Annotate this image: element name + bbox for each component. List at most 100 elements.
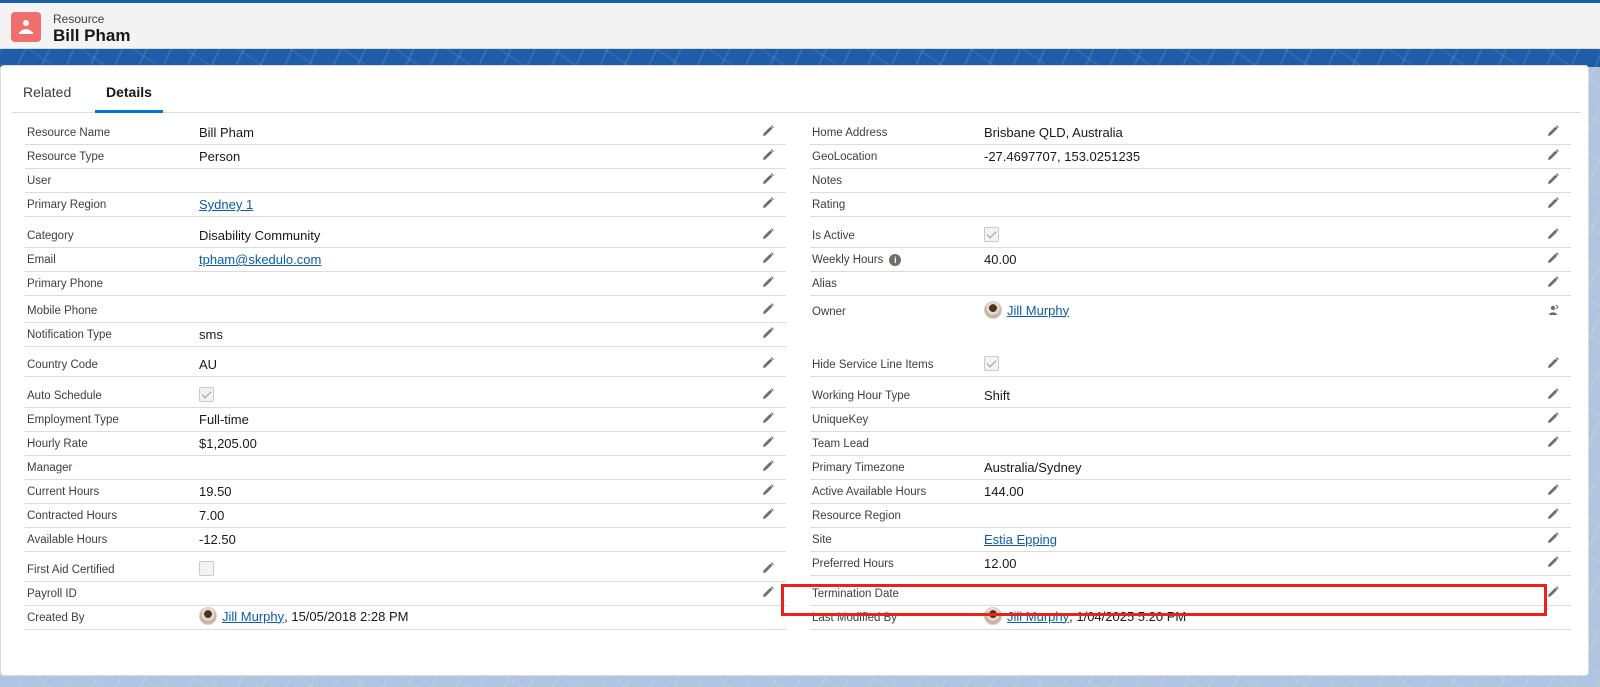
field-row-notification-type: Notification Type sms	[25, 323, 786, 347]
field-value: Disability Community	[199, 228, 320, 243]
timestamp: , 15/05/2018 2:28 PM	[284, 608, 409, 624]
field-value: Jill Murphy, 1/04/2025 5:20 PM	[984, 607, 1186, 625]
user-link[interactable]: Jill Murphy	[1007, 609, 1069, 624]
record-header: Resource Bill Pham	[0, 0, 1600, 49]
field-label: Resource Type	[27, 151, 105, 163]
value-text: -27.4697707, 153.0251235	[984, 149, 1141, 164]
value-text: 19.50	[199, 484, 232, 499]
field-label: Primary Region	[27, 199, 107, 211]
pencil-icon[interactable]	[1547, 276, 1559, 288]
field-label: Weekly Hours i	[812, 253, 902, 266]
field-row-email: Email tpham@skedulo.com	[25, 248, 786, 272]
field-row-hourly-rate: Hourly Rate $1,205.00	[25, 432, 786, 456]
details-card: Related Details Resource Name Bill Pham Re…	[0, 65, 1589, 676]
pencil-icon[interactable]	[1547, 586, 1559, 598]
field-row-auto-schedule: Auto Schedule	[25, 377, 786, 408]
change-owner-icon[interactable]	[1547, 304, 1559, 316]
field-label: Employment Type	[27, 414, 119, 426]
pencil-icon[interactable]	[1547, 149, 1559, 161]
field-label: Current Hours	[27, 486, 100, 498]
pencil-icon[interactable]	[1547, 532, 1559, 544]
field-label: Auto Schedule	[27, 390, 102, 402]
resource-icon	[11, 12, 41, 42]
field-row-manager: Manager	[25, 456, 786, 480]
field-row-category: Category Disability Community	[25, 217, 786, 248]
field-row-home-address: Home Address Brisbane QLD, Australia	[810, 123, 1571, 145]
pencil-icon[interactable]	[762, 327, 774, 339]
pencil-icon[interactable]	[762, 436, 774, 448]
field-row-resource-region: Resource Region	[810, 504, 1571, 528]
field-value: 12.00	[984, 556, 1017, 571]
pencil-icon[interactable]	[762, 357, 774, 369]
pencil-icon[interactable]	[1547, 252, 1559, 264]
value-link[interactable]: tpham@skedulo.com	[199, 252, 321, 267]
field-row-created-by: Created By Jill Murphy, 15/05/2018 2:28 P…	[25, 606, 786, 630]
user-link[interactable]: Jill Murphy	[1007, 303, 1069, 318]
pencil-icon[interactable]	[762, 412, 774, 424]
avatar	[984, 301, 1002, 319]
field-label: Home Address	[812, 127, 888, 139]
field-label: Hide Service Line Items	[812, 359, 934, 371]
tab-details[interactable]: Details	[95, 81, 163, 113]
pencil-icon[interactable]	[1547, 556, 1559, 568]
field-label: User	[27, 175, 52, 187]
field-row-user: User	[25, 169, 786, 193]
pencil-icon[interactable]	[762, 388, 774, 400]
pencil-icon[interactable]	[762, 197, 774, 209]
field-label: Is Active	[812, 230, 855, 242]
field-row-contracted-hours: Contracted Hours 7.00	[25, 504, 786, 528]
field-row-geolocation: GeoLocation -27.4697707, 153.0251235	[810, 145, 1571, 169]
value-link[interactable]: Estia Epping	[984, 532, 1057, 547]
field-label: Resource Name	[27, 127, 111, 139]
field-value: AU	[199, 357, 217, 372]
field-value	[199, 561, 214, 576]
field-label: Manager	[27, 462, 73, 474]
pencil-icon[interactable]	[1547, 436, 1559, 448]
checkbox	[984, 227, 999, 242]
pencil-icon[interactable]	[762, 125, 774, 137]
field-row-primary-phone: Primary Phone	[25, 272, 786, 296]
value-text: sms	[199, 327, 223, 342]
pencil-icon[interactable]	[762, 460, 774, 472]
pencil-icon[interactable]	[1547, 197, 1559, 209]
pencil-icon[interactable]	[762, 562, 774, 574]
pencil-icon[interactable]	[762, 228, 774, 240]
field-row-resource-name: Resource Name Bill Pham	[25, 123, 786, 145]
field-label: Hourly Rate	[27, 438, 88, 450]
pencil-icon[interactable]	[1547, 357, 1559, 369]
value-link[interactable]: Sydney 1	[199, 197, 253, 212]
pencil-icon[interactable]	[762, 303, 774, 315]
pencil-icon[interactable]	[1547, 484, 1559, 496]
pencil-icon[interactable]	[1547, 412, 1559, 424]
pencil-icon[interactable]	[1547, 228, 1559, 240]
user-link[interactable]: Jill Murphy	[222, 609, 284, 624]
field-row-last-modified-by: Last Modified By Jill Murphy, 1/04/2025 5…	[810, 606, 1571, 630]
field-label: GeoLocation	[812, 151, 878, 163]
pencil-icon[interactable]	[762, 173, 774, 185]
pencil-icon[interactable]	[1547, 125, 1559, 137]
info-icon[interactable]: i	[889, 253, 902, 266]
field-value: Jill Murphy	[984, 301, 1069, 319]
pencil-icon[interactable]	[762, 276, 774, 288]
field-row-first-aid-certified: First Aid Certified	[25, 552, 786, 582]
field-row-notes: Notes	[810, 169, 1571, 193]
value-text: AU	[199, 357, 218, 372]
pencil-icon[interactable]	[762, 508, 774, 520]
pencil-icon[interactable]	[762, 484, 774, 496]
field-label: Mobile Phone	[27, 305, 98, 317]
pencil-icon[interactable]	[762, 252, 774, 264]
field-value: 19.50	[199, 484, 232, 499]
tab-related[interactable]: Related	[12, 81, 82, 113]
field-row-primary-region: Primary Region Sydney 1	[25, 193, 786, 217]
field-label: Owner	[812, 306, 846, 318]
field-label: Country Code	[27, 359, 98, 371]
field-value	[984, 227, 999, 242]
pencil-icon[interactable]	[1547, 173, 1559, 185]
pencil-icon[interactable]	[1547, 388, 1559, 400]
pencil-icon[interactable]	[1547, 508, 1559, 520]
pencil-icon[interactable]	[762, 149, 774, 161]
field-label: Contracted Hours	[27, 510, 118, 522]
pencil-icon[interactable]	[762, 586, 774, 598]
field-label: Last Modified By	[812, 612, 898, 624]
field-label: Primary Phone	[27, 278, 104, 290]
